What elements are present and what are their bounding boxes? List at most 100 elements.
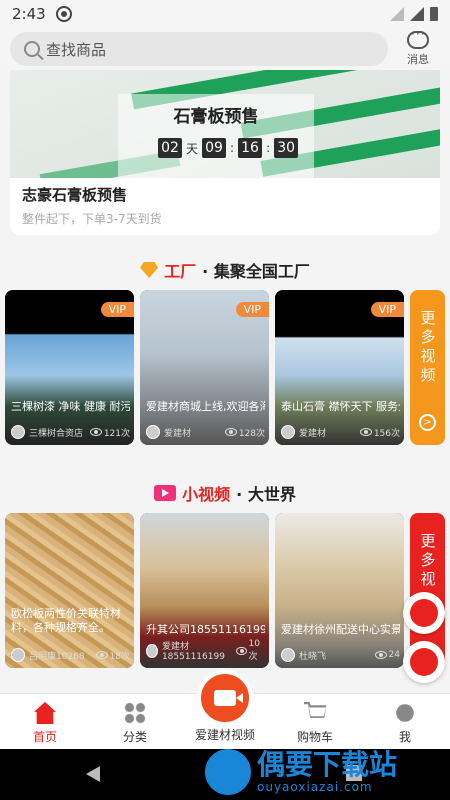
video-meta: 爱建材 128次 [146, 425, 265, 439]
views-count: 121次 [103, 428, 130, 439]
video-caption: 欧松板两性价关联特材料，各种规格齐全。 [11, 607, 121, 634]
notification-icon [55, 6, 72, 22]
watermark: 偶要下载站 ouyaoxiazai.com [205, 747, 397, 797]
avatar [146, 425, 160, 439]
customer-service-button[interactable] [403, 592, 445, 634]
app-screen: 2:43 查找商品 消息 石膏板预售 02 天 [0, 0, 450, 800]
status-bar: 2:43 [0, 0, 450, 28]
factory-video-card[interactable]: VIP 泰山石膏 襟怀天下 服务全球 爱建材 156次 [275, 290, 404, 445]
video-meta: 吕明康10268 18次 [11, 648, 130, 662]
video-views: 156次 [359, 426, 400, 439]
watermark-url: ouyaoxiazai.com [257, 780, 373, 794]
video-meta: 杜晓飞 24 [281, 648, 400, 662]
video-views: 10次 [236, 639, 265, 662]
eye-icon [359, 428, 372, 436]
avatar [11, 648, 25, 662]
wifi-icon [390, 7, 404, 21]
vip-badge: VIP [370, 302, 404, 317]
video-meta: 爱建材18551116199 10次 [146, 639, 265, 662]
search-icon [24, 41, 40, 57]
factory-video-card[interactable]: VIP 爱建材商城上线,欢迎各海采购 爱建材 128次 [140, 290, 269, 445]
signal-icon [410, 7, 424, 21]
video-thumbnail [5, 513, 134, 668]
shortvideo-section-title: 小视频 · 大世界 [0, 481, 450, 505]
factory-title-rest: · 集聚全国工厂 [202, 262, 310, 281]
views-count: 24 [388, 650, 400, 660]
arrow-right-icon: > [419, 414, 436, 431]
more-videos-label: 更多视频 [418, 310, 437, 386]
tab-label: 购物车 [296, 730, 333, 744]
back-icon[interactable] [86, 766, 100, 782]
more-videos-label: 更多视 [418, 533, 437, 590]
messages-label: 消息 [407, 53, 429, 66]
video-user: 爱建材 [164, 428, 192, 439]
cart-icon [304, 702, 326, 718]
video-user: 吕明康10268 [29, 651, 85, 662]
tab-label: 爱建材视频 [194, 728, 255, 742]
countdown-hours: 09 [202, 138, 227, 158]
bottom-tab-bar: 首页 分类 爱建材视频 购物车 我 [0, 670, 450, 749]
countdown-minutes: 16 [238, 138, 263, 158]
home-icon [34, 702, 56, 724]
video-play-icon [154, 485, 177, 501]
countdown-timer: 02 天 09 : 16 : 30 [158, 138, 299, 158]
views-count: 18次 [109, 651, 130, 662]
tab-home[interactable]: 首页 [0, 694, 90, 749]
tab-category[interactable]: 分类 [90, 694, 180, 749]
category-icon [124, 702, 146, 724]
video-thumbnail [275, 513, 404, 668]
shortvideo-row: 欧松板两性价关联特材料，各种规格齐全。 吕明康10268 18次 升其公司185… [5, 513, 450, 668]
video-caption: 三棵树漆 净味 健康 耐污 [11, 400, 130, 413]
eye-icon [236, 646, 247, 655]
short-video-card[interactable]: 升其公司18551116199 爱建材18551116199 10次 [140, 513, 269, 668]
views-count: 10次 [248, 639, 260, 662]
avatar [281, 648, 295, 662]
watermark-title: 偶要下载站 [257, 748, 398, 781]
eye-icon [89, 428, 102, 436]
video-meta: 三棵树合资店 121次 [11, 425, 130, 439]
vip-badge: VIP [235, 302, 269, 317]
tab-me[interactable]: 我 [360, 694, 450, 749]
video-views: 128次 [224, 426, 265, 439]
short-video-card[interactable]: 欧松板两性价关联特材料，各种规格齐全。 吕明康10268 18次 [5, 513, 134, 668]
camera-icon [214, 690, 243, 706]
avatar [11, 425, 25, 439]
shortvideo-title-red: 小视频 [182, 485, 231, 504]
video-user: 爱建材18551116199 [161, 642, 225, 662]
avatar [146, 643, 158, 658]
tab-cart[interactable]: 购物车 [270, 694, 360, 749]
avatar [281, 425, 295, 439]
watermark-logo [205, 749, 251, 795]
chat-bubble-icon [407, 27, 429, 49]
search-input[interactable]: 查找商品 [10, 32, 388, 66]
video-views: 24 [374, 650, 400, 660]
video-views: 121次 [89, 426, 130, 439]
messages-button[interactable]: 消息 [396, 27, 440, 67]
promo-banner-title: 石膏板预售 [173, 107, 259, 127]
search-placeholder: 查找商品 [46, 40, 107, 59]
factory-more-videos-button[interactable]: 更多视频 > [410, 290, 445, 445]
countdown-seconds: 30 [274, 138, 299, 158]
video-caption: 泰山石膏 襟怀天下 服务全球 [281, 400, 400, 413]
promo-card[interactable]: 石膏板预售 02 天 09 : 16 : 30 志豪石膏板预售 整件起下，下单3… [10, 70, 440, 235]
promo-subtitle: 整件起下，下单3-7天到货 [22, 212, 162, 226]
video-user: 爱建材 [299, 428, 327, 439]
factory-video-card[interactable]: VIP 三棵树漆 净味 健康 耐污 三棵树合资店 121次 [5, 290, 134, 445]
rocket-top-button[interactable] [403, 641, 445, 683]
vip-badge: VIP [100, 302, 134, 317]
status-time: 2:43 [12, 5, 46, 23]
status-icons [390, 7, 438, 21]
factory-section-title: 工厂 · 集聚全国工厂 [0, 258, 450, 282]
eye-icon [224, 428, 237, 436]
video-views: 18次 [95, 649, 130, 662]
camera-button[interactable] [197, 670, 253, 726]
tab-videos[interactable]: 爱建材视频 [180, 670, 270, 749]
video-meta: 爱建材 156次 [281, 425, 400, 439]
views-count: 128次 [238, 428, 265, 439]
tab-label: 分类 [122, 730, 147, 744]
user-icon [396, 704, 414, 722]
tab-label: 我 [398, 730, 411, 744]
tab-label: 首页 [32, 730, 57, 744]
search-header: 查找商品 消息 [0, 27, 450, 70]
short-video-card[interactable]: 爱建材徐州配送中心实景 杜晓飞 24 [275, 513, 404, 668]
